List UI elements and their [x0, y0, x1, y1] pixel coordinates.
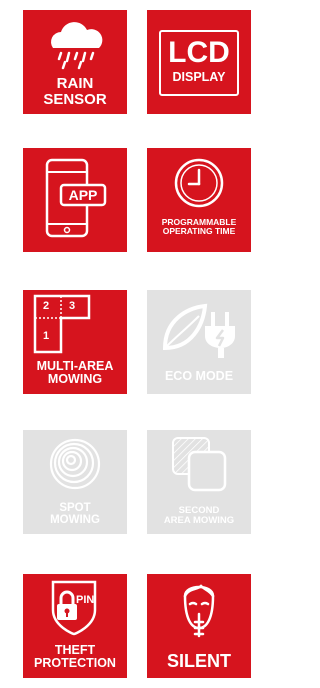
multi-area-icon: 2 3 1 — [33, 294, 93, 356]
feature-label: THEFT PROTECTION — [34, 643, 116, 671]
lcd-display-icon: LCD DISPLAY — [159, 30, 239, 96]
feature-second-area: SECOND AREA MOWING — [147, 430, 251, 534]
feature-label: ECO MODE — [164, 369, 234, 383]
clock-icon — [174, 158, 224, 208]
feature-theft-protection: PIN THEFT PROTECTION — [23, 574, 127, 678]
feature-label: MULTI-AREA MOWING — [36, 359, 114, 387]
feature-programmable-time: PROGRAMMABLE OPERATING TIME — [147, 148, 251, 252]
feature-label: RAIN SENSOR — [43, 75, 107, 108]
feature-label: PROGRAMMABLE OPERATING TIME — [161, 217, 237, 236]
pin-label: PIN — [76, 594, 95, 606]
feature-multi-area: 2 3 1 MULTI-AREA MOWING — [23, 290, 127, 394]
feature-label: SPOT MOWING — [50, 502, 100, 527]
area-1-label: 1 — [43, 330, 50, 342]
area-3-label: 3 — [69, 300, 76, 312]
display-label: DISPLAY — [172, 70, 226, 84]
lcd-label: LCD — [168, 36, 230, 69]
feature-label: SECOND AREA MOWING — [163, 505, 235, 526]
feature-label: SILENT — [166, 651, 231, 671]
app-label: APP — [68, 187, 98, 203]
feature-app: APP — [23, 148, 127, 252]
feature-rain-sensor: RAIN SENSOR — [23, 10, 127, 114]
area-2-label: 2 — [43, 300, 50, 312]
feature-silent: SILENT — [147, 574, 251, 678]
feature-eco-mode: ECO MODE — [147, 290, 251, 394]
feature-lcd-display: LCD DISPLAY — [147, 10, 251, 114]
feature-spot-mowing: SPOT MOWING — [23, 430, 127, 534]
